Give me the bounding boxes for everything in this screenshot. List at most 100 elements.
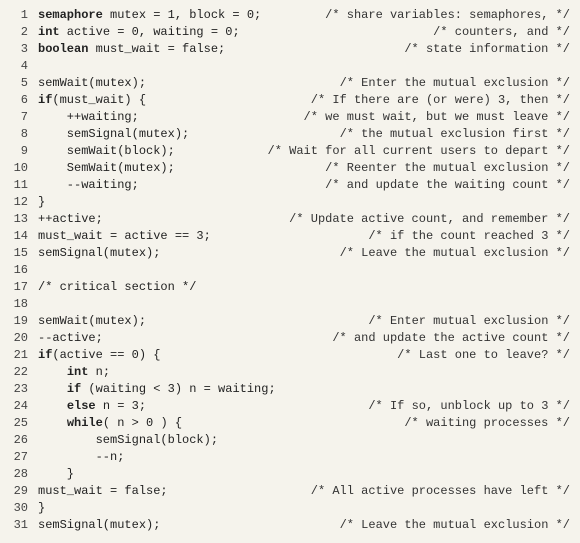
code-line: 9 semWait(block); /* Wait for all current… <box>6 144 570 161</box>
keyword: while <box>67 416 103 430</box>
keyword: if <box>67 382 81 396</box>
code-line: 3boolean must_wait = false; /* state info… <box>6 42 570 59</box>
comment: /* Enter mutual exclusion */ <box>368 314 570 328</box>
code-line: 4 <box>6 59 570 76</box>
code-rest: semWait(block); <box>38 144 175 158</box>
code-rest: semSignal(mutex); <box>38 246 160 260</box>
code-text: ++active; <box>38 212 103 226</box>
line-number: 23 <box>6 382 38 396</box>
code-line: 18 <box>6 297 570 314</box>
code-text: int active = 0, waiting = 0; <box>38 25 240 39</box>
comment: /* Update active count, and remember */ <box>289 212 570 226</box>
code-rest: ++waiting; <box>38 110 139 124</box>
line-number: 30 <box>6 501 38 515</box>
line-number: 8 <box>6 127 38 141</box>
code-line: 1semaphore mutex = 1, block = 0;/* share… <box>6 8 570 25</box>
code-text: semSignal(mutex); <box>38 518 160 532</box>
code-line: 22 int n; <box>6 365 570 382</box>
code-rest: must_wait = false; <box>88 42 225 56</box>
code-text: semSignal(mutex); <box>38 246 160 260</box>
code-line: 8 semSignal(mutex); /* the mutual exclusi… <box>6 127 570 144</box>
line-number: 31 <box>6 518 38 532</box>
keyword: boolean <box>38 42 88 56</box>
indent <box>38 399 67 413</box>
line-number: 21 <box>6 348 38 362</box>
code-rest: (must_wait) { <box>52 93 146 107</box>
code-text: int n; <box>38 365 110 379</box>
code-rest: SemWait(mutex); <box>38 161 175 175</box>
code-line: 14must_wait = active == 3;/* if the coun… <box>6 229 570 246</box>
code-rest: } <box>38 467 74 481</box>
code-text: --waiting; <box>38 178 139 192</box>
code-text: semSignal(mutex); <box>38 127 189 141</box>
code-line: 29must_wait = false;/* All active proces… <box>6 484 570 501</box>
comment: /* state information */ <box>404 42 570 56</box>
comment: /* If so, unblock up to 3 */ <box>368 399 570 413</box>
code-rest: (active == 0) { <box>52 348 160 362</box>
line-number: 10 <box>6 161 38 175</box>
code-text: must_wait = false; <box>38 484 168 498</box>
comment: /* the mutual exclusion first */ <box>340 127 570 141</box>
comment: /* Leave the mutual exclusion */ <box>340 246 570 260</box>
code-text: if (waiting < 3) n = waiting; <box>38 382 276 396</box>
line-number: 4 <box>6 59 38 73</box>
code-line: 2int active = 0, waiting = 0;/* counters… <box>6 25 570 42</box>
code-text: } <box>38 195 45 209</box>
keyword: semaphore <box>38 8 103 22</box>
code-rest: must_wait = false; <box>38 484 168 498</box>
code-rest: must_wait = active == 3; <box>38 229 211 243</box>
code-text: boolean must_wait = false; <box>38 42 225 56</box>
code-rest: } <box>38 501 45 515</box>
code-text: else n = 3; <box>38 399 146 413</box>
code-line: 15semSignal(mutex);/* Leave the mutual e… <box>6 246 570 263</box>
comment: /* Wait for all current users to depart … <box>268 144 570 158</box>
line-number: 29 <box>6 484 38 498</box>
line-number: 11 <box>6 178 38 192</box>
code-text: SemWait(mutex); <box>38 161 175 175</box>
code-text: while( n > 0 ) { <box>38 416 182 430</box>
code-rest: --waiting; <box>38 178 139 192</box>
code-line: 16 <box>6 263 570 280</box>
indent <box>38 416 67 430</box>
code-text: semWait(mutex); <box>38 314 146 328</box>
code-text: --active; <box>38 331 103 345</box>
keyword: int <box>67 365 89 379</box>
comment: /* If there are (or were) 3, then */ <box>311 93 570 107</box>
indent <box>38 382 67 396</box>
code-line: 17/* critical section */ <box>6 280 570 297</box>
code-rest: --active; <box>38 331 103 345</box>
code-rest: (waiting < 3) n = waiting; <box>81 382 275 396</box>
comment: /* Last one to leave? */ <box>397 348 570 362</box>
code-line: 19semWait(mutex);/* Enter mutual exclusi… <box>6 314 570 331</box>
code-rest: } <box>38 195 45 209</box>
code-text: /* critical section */ <box>38 280 196 294</box>
line-number: 12 <box>6 195 38 209</box>
line-number: 5 <box>6 76 38 90</box>
code-rest: active = 0, waiting = 0; <box>60 25 240 39</box>
line-number: 20 <box>6 331 38 345</box>
code-rest: mutex = 1, block = 0; <box>103 8 261 22</box>
line-number: 9 <box>6 144 38 158</box>
code-line: 27 --n; <box>6 450 570 467</box>
code-line: 11 --waiting;/* and update the waiting c… <box>6 178 570 195</box>
code-line: 30} <box>6 501 570 518</box>
line-number: 17 <box>6 280 38 294</box>
code-line: 25 while( n > 0 ) {/* waiting processes … <box>6 416 570 433</box>
code-rest: semSignal(block); <box>38 433 218 447</box>
line-number: 28 <box>6 467 38 481</box>
code-rest: n = 3; <box>96 399 146 413</box>
code-line: 23 if (waiting < 3) n = waiting; <box>6 382 570 399</box>
comment: /* if the count reached 3 */ <box>368 229 570 243</box>
code-line: 20--active;/* and update the active coun… <box>6 331 570 348</box>
indent <box>38 365 67 379</box>
code-text: if(active == 0) { <box>38 348 160 362</box>
comment: /* we must wait, but we must leave */ <box>304 110 570 124</box>
keyword: if <box>38 348 52 362</box>
line-number: 3 <box>6 42 38 56</box>
line-number: 27 <box>6 450 38 464</box>
code-text: semWait(block); <box>38 144 175 158</box>
code-text: must_wait = active == 3; <box>38 229 211 243</box>
line-number: 26 <box>6 433 38 447</box>
code-rest: ( n > 0 ) { <box>103 416 182 430</box>
code-line: 10 SemWait(mutex);/* Reenter the mutual … <box>6 161 570 178</box>
